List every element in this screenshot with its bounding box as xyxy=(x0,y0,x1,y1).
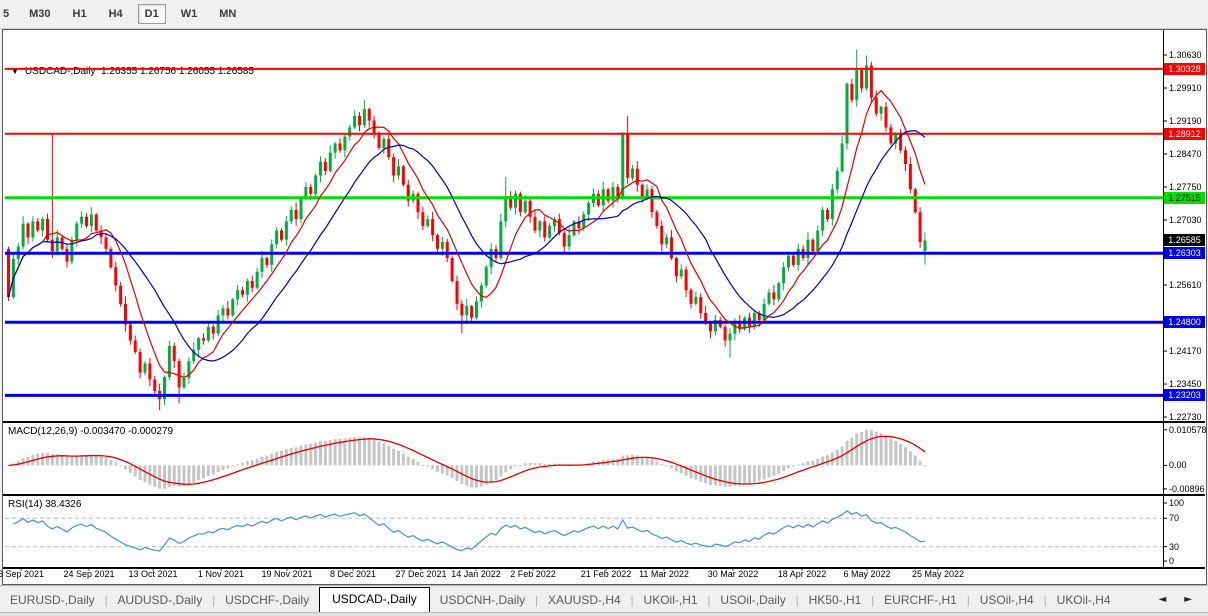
date-axis-label: 1 Nov 2021 xyxy=(198,569,244,579)
level-price-tag: 1.30328 xyxy=(1164,63,1205,75)
date-axis-label: 24 Sep 2021 xyxy=(63,569,114,579)
level-price-tag: 1.28912 xyxy=(1164,128,1205,140)
macd-label: MACD(12,26,9) -0.003470 -0.000279 xyxy=(8,426,173,437)
rsi-value: 38.4326 xyxy=(45,499,81,510)
rsi-axis-label: 70 xyxy=(1169,513,1179,523)
current-price-tag: 1.26585 xyxy=(1164,234,1205,246)
date-axis-label: 14 Jan 2022 xyxy=(451,569,501,579)
level-price-tag: 1.26303 xyxy=(1164,247,1205,259)
symbol-tab-bar: EURUSD-,Daily|AUDUSD-,Daily|USDCHF-,Dail… xyxy=(0,585,1208,613)
moving-average-slow xyxy=(9,131,926,361)
symbol-tab-audusd[interactable]: AUDUSD-,Daily xyxy=(108,589,213,613)
price-axis-tick-label: 1.22730 xyxy=(1169,412,1202,422)
macd-axis-label: 0.00 xyxy=(1169,460,1187,470)
date-axis-label: 27 Dec 2021 xyxy=(395,569,446,579)
level-price-tag: 1.27515 xyxy=(1164,192,1205,204)
symbol-tab-eurusd[interactable]: EURUSD-,Daily xyxy=(0,589,105,613)
date-axis-label: 21 Feb 2022 xyxy=(581,569,632,579)
level-price-tag: 1.23203 xyxy=(1164,389,1205,401)
date-axis-label: 13 Oct 2021 xyxy=(128,569,177,579)
macd-values: -0.003470 -0.000279 xyxy=(80,426,173,437)
symbol-tab-usdcnh[interactable]: USDCNH-,Daily xyxy=(430,589,535,613)
price-axis-tick-label: 1.23450 xyxy=(1169,379,1202,389)
macd-axis-label: 0.010578 xyxy=(1169,425,1207,435)
price-axis-tick-label: 1.30630 xyxy=(1169,50,1202,60)
symbol-tab-ukoil[interactable]: UKOil-,H4 xyxy=(1047,589,1121,613)
date-axis-label: 18 Apr 2022 xyxy=(778,569,827,579)
symbol-tab-xauusd[interactable]: XAUUSD-,H4 xyxy=(538,589,631,613)
price-axis-tick-label: 1.27030 xyxy=(1169,215,1202,225)
date-axis-label: 6 Sep 2021 xyxy=(0,569,44,579)
date-axis-label: 6 May 2022 xyxy=(843,569,890,579)
support-resistance-lines xyxy=(5,69,1163,396)
main-pane-border xyxy=(3,421,1205,423)
rsi-axis-label: 100 xyxy=(1169,498,1184,508)
symbol-tab-hk50[interactable]: HK50-,H1 xyxy=(799,589,872,613)
symbol-tab-usoil[interactable]: USOil-,Daily xyxy=(710,589,795,613)
scroll-left-icon[interactable]: ◄ xyxy=(1159,594,1167,605)
trading-platform-window: 5M30H1H4D1W1MN ▼USDCAD-,Daily 1.26355 1.… xyxy=(0,0,1208,616)
price-chart-plot[interactable] xyxy=(0,0,1208,616)
bottom-strip xyxy=(0,612,1208,616)
price-axis-separator xyxy=(1163,30,1164,568)
price-axis-tick-label: 1.29910 xyxy=(1169,83,1202,93)
symbol-tab-usdchf[interactable]: USDCHF-,Daily xyxy=(215,589,319,613)
rsi-label: RSI(14) 38.4326 xyxy=(8,499,81,510)
date-axis-label: 19 Nov 2021 xyxy=(261,569,312,579)
price-axis-tick-label: 1.27750 xyxy=(1169,182,1202,192)
macd-histogram xyxy=(7,430,927,489)
rsi-axis-label: 30 xyxy=(1169,542,1179,552)
price-axis-tick-label: 1.28470 xyxy=(1169,149,1202,159)
rsi-axis-label: 0 xyxy=(1169,556,1174,566)
level-price-tag: 1.24800 xyxy=(1164,316,1205,328)
price-axis-tick-label: 1.24170 xyxy=(1169,346,1202,356)
date-axis-label: 8 Dec 2021 xyxy=(330,569,376,579)
symbol-tab-usoil[interactable]: USOil-,H4 xyxy=(970,589,1044,613)
date-axis-label: 25 May 2022 xyxy=(912,569,964,579)
rsi-line xyxy=(13,511,925,551)
date-axis-label: 11 Mar 2022 xyxy=(639,569,689,579)
symbol-tab-eurchf[interactable]: EURCHF-,H1 xyxy=(874,589,967,613)
macd-pane-border xyxy=(3,494,1205,496)
tab-scroll-controls: ◄► xyxy=(1159,594,1208,613)
symbol-tab-ukoil[interactable]: UKOil-,H1 xyxy=(634,589,708,613)
candles-layer xyxy=(7,50,927,411)
date-axis-label: 30 Mar 2022 xyxy=(708,569,759,579)
scroll-right-icon[interactable]: ► xyxy=(1184,594,1192,605)
macd-axis-label: -0.00896 xyxy=(1169,484,1205,494)
date-axis-label: 2 Feb 2022 xyxy=(510,569,556,579)
price-axis-tick-label: 1.29190 xyxy=(1169,116,1202,126)
symbol-tab-usdcad[interactable]: USDCAD-,Daily xyxy=(319,587,430,613)
price-axis-tick-label: 1.25610 xyxy=(1169,280,1202,290)
